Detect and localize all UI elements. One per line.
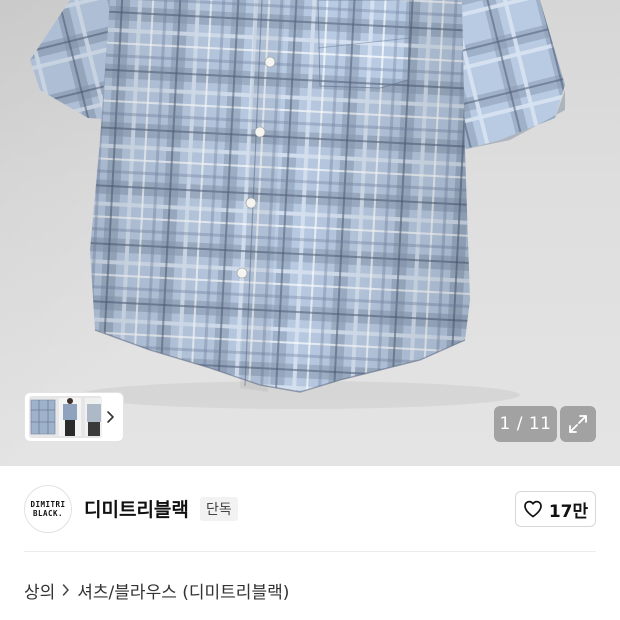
- breadcrumb-category[interactable]: 상의: [24, 578, 55, 603]
- next-thumbnail-button[interactable]: [104, 396, 119, 438]
- brand-logo-line2: BLACK.: [32, 509, 64, 518]
- thumbnail-strip[interactable]: [24, 392, 124, 442]
- product-page: 1 / 11 DIMITRI BLACK. 디미트리블랙 단독 17만 상의 셔…: [0, 0, 620, 620]
- like-button[interactable]: 17만: [515, 491, 596, 527]
- breadcrumb-separator: [61, 583, 71, 597]
- divider: [24, 551, 596, 552]
- chevron-right-icon: [63, 584, 70, 596]
- like-count: 17만: [548, 501, 589, 522]
- thumbnail-images[interactable]: [29, 396, 102, 438]
- heart-icon: [523, 500, 542, 518]
- chevron-right-icon: [107, 411, 115, 423]
- brand-name[interactable]: 디미트리블랙: [84, 495, 189, 522]
- brand-row: DIMITRI BLACK. 디미트리블랙 단독 17만: [0, 467, 620, 551]
- expand-icon: [569, 415, 587, 433]
- product-image[interactable]: 1 / 11: [0, 0, 620, 466]
- brand-logo-line1: DIMITRI: [30, 500, 66, 509]
- brand-logo[interactable]: DIMITRI BLACK.: [24, 485, 72, 533]
- breadcrumb-subcategory[interactable]: 셔츠/블라우스 (디미트리블랙): [77, 578, 289, 603]
- image-counter: 1 / 11: [494, 406, 557, 442]
- exclusive-badge: 단독: [200, 497, 238, 521]
- breadcrumb: 상의 셔츠/블라우스 (디미트리블랙): [24, 578, 289, 603]
- expand-image-button[interactable]: [560, 406, 596, 442]
